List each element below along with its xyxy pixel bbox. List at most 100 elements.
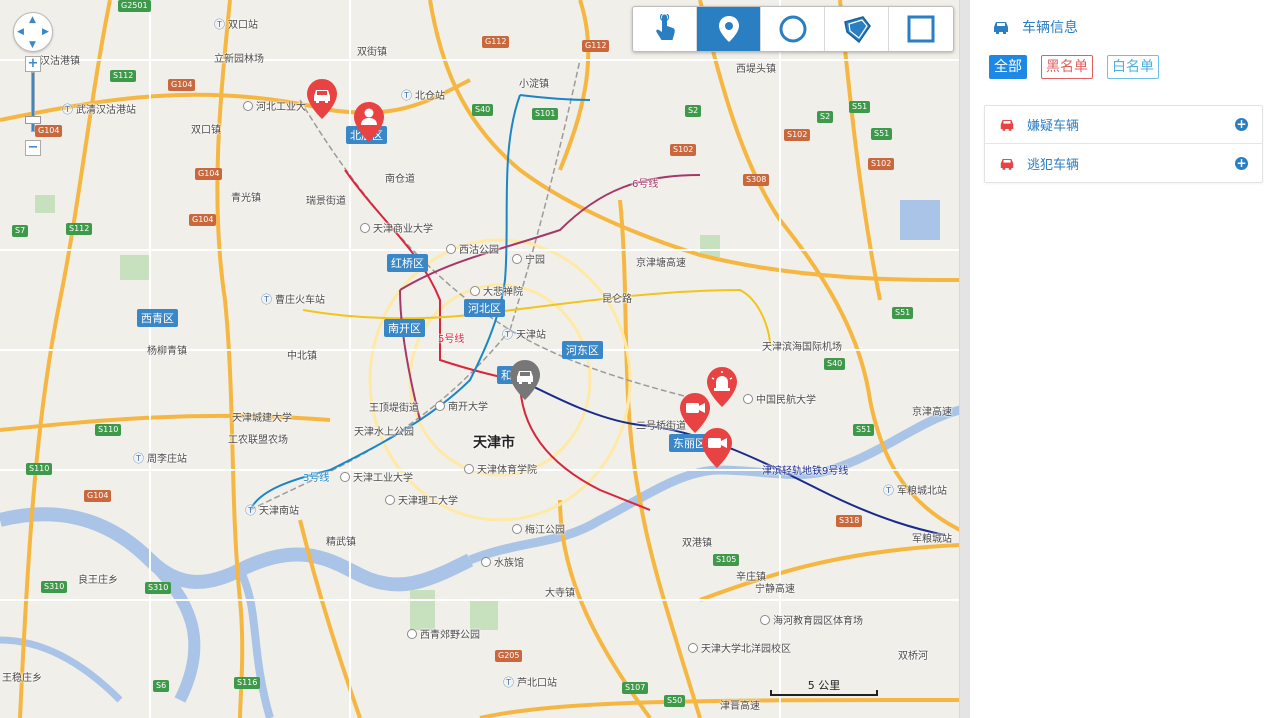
tool-circle-button[interactable]: [761, 7, 825, 51]
place-label: 精武镇: [326, 537, 356, 548]
city-label: 天津市: [473, 435, 515, 451]
district-label: 河东区: [562, 341, 603, 359]
camera-marker-icon: [702, 428, 732, 468]
person-marker-icon: [354, 102, 384, 142]
map-view[interactable]: 天津市 北辰区 红桥区 河北区 南开区 河东区 西青区 和平区 东丽区 双口站 …: [0, 0, 960, 718]
polygon-icon: [843, 16, 871, 44]
place-label: 京津高速: [912, 407, 952, 418]
road-shield: G112: [482, 36, 510, 48]
panel-divider[interactable]: [960, 0, 970, 718]
place-label: 南开大学: [435, 398, 488, 413]
road-shield: S116: [234, 677, 261, 689]
place-label: 芦北口站: [503, 674, 557, 690]
place-label: 津滨轻轨地铁9号线: [762, 466, 849, 477]
filter-group: 全部 黑名单 白名单: [989, 55, 1159, 79]
district-label: 河北区: [464, 299, 505, 317]
place-label: 天津大学北洋园校区: [688, 640, 791, 655]
list-item-fugitive-vehicle[interactable]: 逃犯车辆 +: [985, 144, 1262, 182]
road-shield: S101: [532, 108, 559, 120]
place-label: 王顶堤街道: [369, 403, 419, 414]
pan-right-icon[interactable]: ▶: [42, 28, 49, 37]
expand-plus-icon[interactable]: +: [1235, 156, 1248, 170]
place-label: 良王庄乡: [78, 575, 118, 586]
place-label: 昆仑路: [602, 294, 632, 305]
road-shield: S310: [41, 581, 68, 593]
road-shield: S2: [685, 105, 702, 117]
place-label: 天津南站: [245, 502, 299, 518]
place-label: 杨柳青镇: [147, 346, 187, 357]
zoom-slider-handle[interactable]: [25, 116, 41, 124]
pan-left-icon[interactable]: ◀: [17, 28, 24, 37]
vehicle-marker[interactable]: [306, 78, 338, 120]
district-label: 西青区: [137, 309, 178, 327]
place-label: 3号线: [303, 473, 330, 484]
list-item-suspect-vehicle[interactable]: 嫌疑车辆 +: [985, 106, 1262, 144]
place-label: 军粮城站: [912, 534, 952, 545]
place-label: 天津站: [502, 326, 546, 342]
place-label: 津晋高速: [720, 701, 760, 712]
road-shield: S102: [670, 144, 697, 156]
zoom-out-button[interactable]: −: [25, 140, 41, 156]
place-label: 立新园林场: [214, 54, 264, 65]
tool-polygon-button[interactable]: [825, 7, 889, 51]
road-shield: S308: [743, 174, 770, 186]
location-pin-icon: [718, 16, 739, 42]
road-shield: S51: [853, 424, 875, 436]
place-label: 天津水上公园: [354, 427, 414, 438]
place-label: 西沽公园: [446, 241, 499, 256]
road-shield: G2501: [118, 0, 151, 12]
place-label: 西青郊野公园: [407, 626, 480, 641]
zoom-in-button[interactable]: +: [25, 56, 41, 72]
filter-whitelist-button[interactable]: 白名单: [1107, 55, 1159, 79]
place-label: 天津工业大学: [340, 469, 413, 484]
place-label: 大悲禅院: [470, 283, 523, 298]
panel-title: 车辆信息: [1022, 20, 1078, 36]
vehicle-category-list: 嫌疑车辆 + 逃犯车辆 +: [984, 105, 1263, 183]
place-label: 京津塘高速: [636, 258, 686, 269]
vehicle-marker-selected[interactable]: [509, 359, 541, 401]
expand-plus-icon[interactable]: +: [1235, 118, 1248, 131]
road-shield: G104: [168, 79, 196, 91]
app: 天津市 北辰区 红桥区 河北区 南开区 河东区 西青区 和平区 东丽区 双口站 …: [0, 0, 1275, 718]
tool-marker-button[interactable]: [697, 7, 761, 51]
road-shield: S50: [664, 695, 686, 707]
road-shield: G112: [582, 40, 610, 52]
place-label: 5号线: [438, 334, 465, 345]
road-shield: S107: [622, 682, 649, 694]
place-label: 宁园: [512, 251, 545, 266]
district-label: 红桥区: [387, 254, 428, 272]
road-shield: S112: [66, 223, 93, 235]
pan-control[interactable]: ▲ ▼ ◀ ▶: [13, 12, 53, 52]
tool-pointer-button[interactable]: [633, 7, 697, 51]
place-label: 北仓站: [401, 87, 445, 103]
road-shield: S105: [713, 554, 740, 566]
tool-rectangle-button[interactable]: [889, 7, 953, 51]
place-label: 双口站: [214, 16, 258, 32]
place-label: 双桥河: [898, 651, 928, 662]
rectangle-icon: [907, 15, 935, 43]
road-shield: S110: [26, 463, 53, 475]
map-scale: 5 公里: [770, 677, 878, 697]
place-label: 大寺镇: [545, 588, 575, 599]
pointer-hand-icon: [655, 14, 675, 40]
road-shield: S112: [110, 70, 137, 82]
place-label: 瑞景街道: [306, 196, 346, 207]
road-shield: S51: [892, 307, 914, 319]
place-label: 双口镇: [191, 125, 221, 136]
place-label: 武清汉沽港站: [62, 101, 136, 117]
place-label: 南仓道: [385, 174, 415, 185]
place-label: 天津体育学院: [464, 461, 537, 476]
road-shield: S6: [153, 680, 170, 692]
road-shield: S40: [824, 358, 846, 370]
person-marker[interactable]: [353, 101, 385, 143]
road-shield: S102: [868, 158, 895, 170]
vehicle-marker-icon: [510, 360, 540, 400]
pan-down-icon[interactable]: ▼: [29, 41, 36, 50]
filter-blacklist-button[interactable]: 黑名单: [1041, 55, 1093, 79]
place-label: 宁静高速: [755, 584, 795, 595]
filter-all-button[interactable]: 全部: [989, 55, 1027, 79]
pan-up-icon[interactable]: ▲: [29, 16, 36, 25]
place-label: 双港镇: [682, 538, 712, 549]
camera-marker[interactable]: [701, 427, 733, 469]
place-label: 工农联盟农场: [228, 435, 288, 446]
